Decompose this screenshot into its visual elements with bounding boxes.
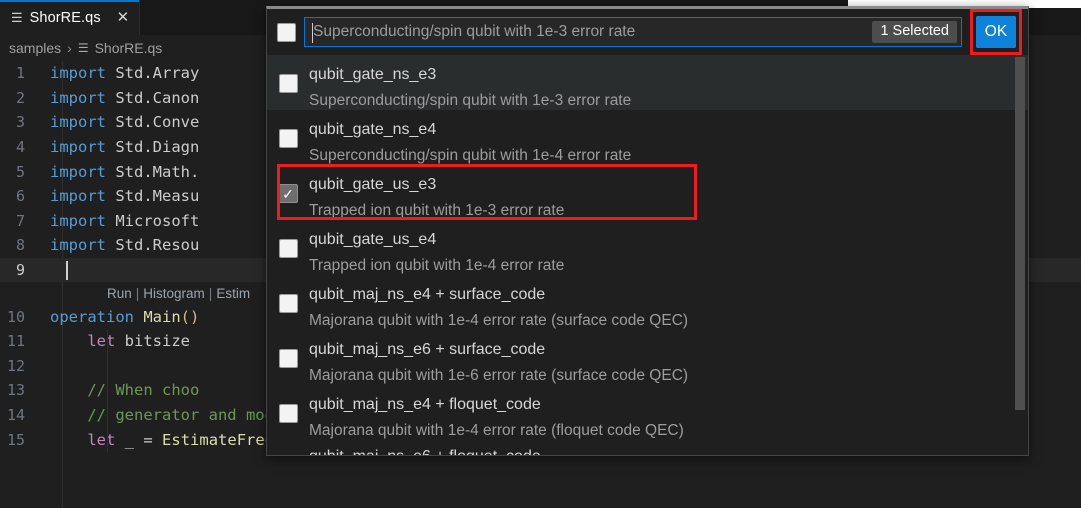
item-label: qubit_gate_us_e3 <box>309 176 437 193</box>
item-checkbox-checked[interactable]: ✓ <box>278 184 298 203</box>
code-line-text: import Std.Canon <box>50 88 200 107</box>
scrollbar-thumb[interactable] <box>1015 57 1025 410</box>
line-number: 11 <box>6 332 25 351</box>
item-text: qubit_gate_us_e3 Trapped ion qubit with … <box>309 169 564 224</box>
selected-count-badge: 1 Selected <box>872 20 957 44</box>
qubit-parameter-quick-pick: 1 Selected OK qubit_gate_ns_e3 Supercond… <box>266 6 1029 456</box>
ok-button-highlight: OK <box>970 9 1022 55</box>
codelens-separator: | <box>208 285 213 301</box>
item-checkbox[interactable] <box>278 239 298 258</box>
line-number: 1 <box>15 64 25 83</box>
item-text: qubit_maj_ns_e6 + floquet_code <box>309 444 541 455</box>
item-label: qubit_maj_ns_e6 + floquet_code <box>309 447 541 455</box>
checkbox-column <box>267 444 309 455</box>
screen: ☰ ShorRE.qs ✕ samples › ☰ ShorRE.qs 1 im… <box>0 0 1081 508</box>
item-text: qubit_maj_ns_e6 + surface_code Majorana … <box>309 334 688 389</box>
line-number: 5 <box>15 162 25 181</box>
item-label: qubit_gate_us_e4 <box>309 231 437 248</box>
checkbox-column <box>267 279 309 313</box>
quick-pick-list[interactable]: qubit_gate_ns_e3 Superconducting/spin qu… <box>267 55 1028 455</box>
list-item[interactable]: qubit_maj_ns_e4 + floquet_code Majorana … <box>267 385 1028 440</box>
codelens-histogram[interactable]: Histogram <box>143 286 205 301</box>
indent-guide <box>107 378 108 403</box>
select-all-checkbox[interactable] <box>277 22 296 42</box>
line-number: 10 <box>6 307 25 326</box>
list-item[interactable]: qubit_maj_ns_e6 + floquet_code <box>267 440 1028 455</box>
line-number: 7 <box>15 211 25 230</box>
close-icon[interactable]: ✕ <box>117 10 130 25</box>
input-caret <box>312 23 313 43</box>
list-item-selected[interactable]: ✓ qubit_gate_us_e3 Trapped ion qubit wit… <box>267 165 1028 220</box>
line-number: 6 <box>15 187 25 206</box>
code-line-text: import Std.Array <box>50 64 200 83</box>
quick-pick-search-input[interactable] <box>311 23 873 41</box>
code-line-text: import Std.Measu <box>50 187 200 206</box>
chevron-right-icon: › <box>67 40 72 56</box>
line-number: 9 <box>15 261 25 280</box>
item-label: qubit_gate_ns_e4 <box>309 121 437 138</box>
list-item[interactable]: qubit_maj_ns_e4 + surface_code Majorana … <box>267 275 1028 330</box>
item-checkbox[interactable] <box>278 349 298 368</box>
checkbox-column <box>267 334 309 368</box>
line-number: 8 <box>15 236 25 255</box>
item-label: qubit_maj_ns_e6 + surface_code <box>309 341 546 358</box>
item-label: qubit_maj_ns_e4 + floquet_code <box>309 396 541 413</box>
item-checkbox[interactable] <box>278 74 298 93</box>
checkbox-column <box>267 389 309 423</box>
list-item[interactable]: qubit_gate_us_e4 Trapped ion qubit with … <box>267 220 1028 275</box>
item-text: qubit_gate_ns_e3 Superconducting/spin qu… <box>309 59 631 114</box>
line-number: 2 <box>15 88 25 107</box>
code-line-text: let bitsize <box>87 332 190 351</box>
item-label: qubit_gate_ns_e3 <box>309 66 437 83</box>
quick-pick-input-wrapper[interactable]: 1 Selected <box>304 17 962 47</box>
checkbox-column: ✓ <box>267 169 309 203</box>
indent-guide <box>107 328 108 354</box>
line-number: 12 <box>6 356 25 375</box>
codelens-estimate[interactable]: Estim <box>216 286 250 301</box>
item-text: qubit_gate_ns_e4 Superconducting/spin qu… <box>309 114 631 169</box>
code-line-text: // When choo <box>50 381 200 400</box>
list-item[interactable]: qubit_maj_ns_e6 + surface_code Majorana … <box>267 330 1028 385</box>
q-sharp-file-icon: ☰ <box>77 41 89 55</box>
editor-tab-label: ShorRE.qs <box>29 9 101 26</box>
item-label: qubit_maj_ns_e4 + surface_code <box>309 286 546 303</box>
indent-guide <box>107 353 108 379</box>
codelens-separator: | <box>135 285 140 301</box>
item-text: qubit_gate_us_e4 Trapped ion qubit with … <box>309 224 564 279</box>
item-text: qubit_maj_ns_e4 + floquet_code Majorana … <box>309 389 684 444</box>
indent-guide <box>107 402 108 428</box>
item-checkbox[interactable] <box>278 404 298 423</box>
line-number: 13 <box>6 381 25 400</box>
editor-tab-shorre-qs[interactable]: ☰ ShorRE.qs ✕ <box>0 0 141 35</box>
text-caret <box>66 260 68 280</box>
line-number: 15 <box>6 430 25 449</box>
list-item[interactable]: qubit_gate_ns_e3 Superconducting/spin qu… <box>267 55 1028 110</box>
checkbox-column <box>267 59 309 93</box>
quick-pick-header: 1 Selected OK <box>267 9 1028 55</box>
indent-guide <box>107 427 108 452</box>
line-number: 14 <box>6 406 25 425</box>
line-number: 3 <box>15 113 25 132</box>
code-line-text: operation Main() <box>50 307 200 326</box>
codelens-run[interactable]: Run <box>107 286 132 301</box>
item-text: qubit_maj_ns_e4 + surface_code Majorana … <box>309 279 688 334</box>
item-checkbox[interactable] <box>278 129 298 148</box>
code-line-text: import Std.Conve <box>50 113 200 132</box>
checkbox-column <box>267 224 309 258</box>
list-scrollbar[interactable] <box>1013 55 1027 455</box>
code-line-text: import Std.Resou <box>50 236 200 255</box>
code-line-text: import Std.Math. <box>50 162 200 181</box>
checkbox-column <box>267 114 309 148</box>
line-number: 4 <box>15 138 25 157</box>
ok-button[interactable]: OK <box>976 16 1016 48</box>
list-item[interactable]: qubit_gate_ns_e4 Superconducting/spin qu… <box>267 110 1028 165</box>
breadcrumb-item-file[interactable]: ShorRE.qs <box>95 40 163 56</box>
code-line-text: import Microsoft <box>50 211 200 230</box>
breadcrumb-item-samples[interactable]: samples <box>9 40 61 56</box>
item-checkbox[interactable] <box>278 294 298 313</box>
code-line-text: import Std.Diagn <box>50 138 200 157</box>
q-sharp-file-icon: ☰ <box>11 10 23 25</box>
